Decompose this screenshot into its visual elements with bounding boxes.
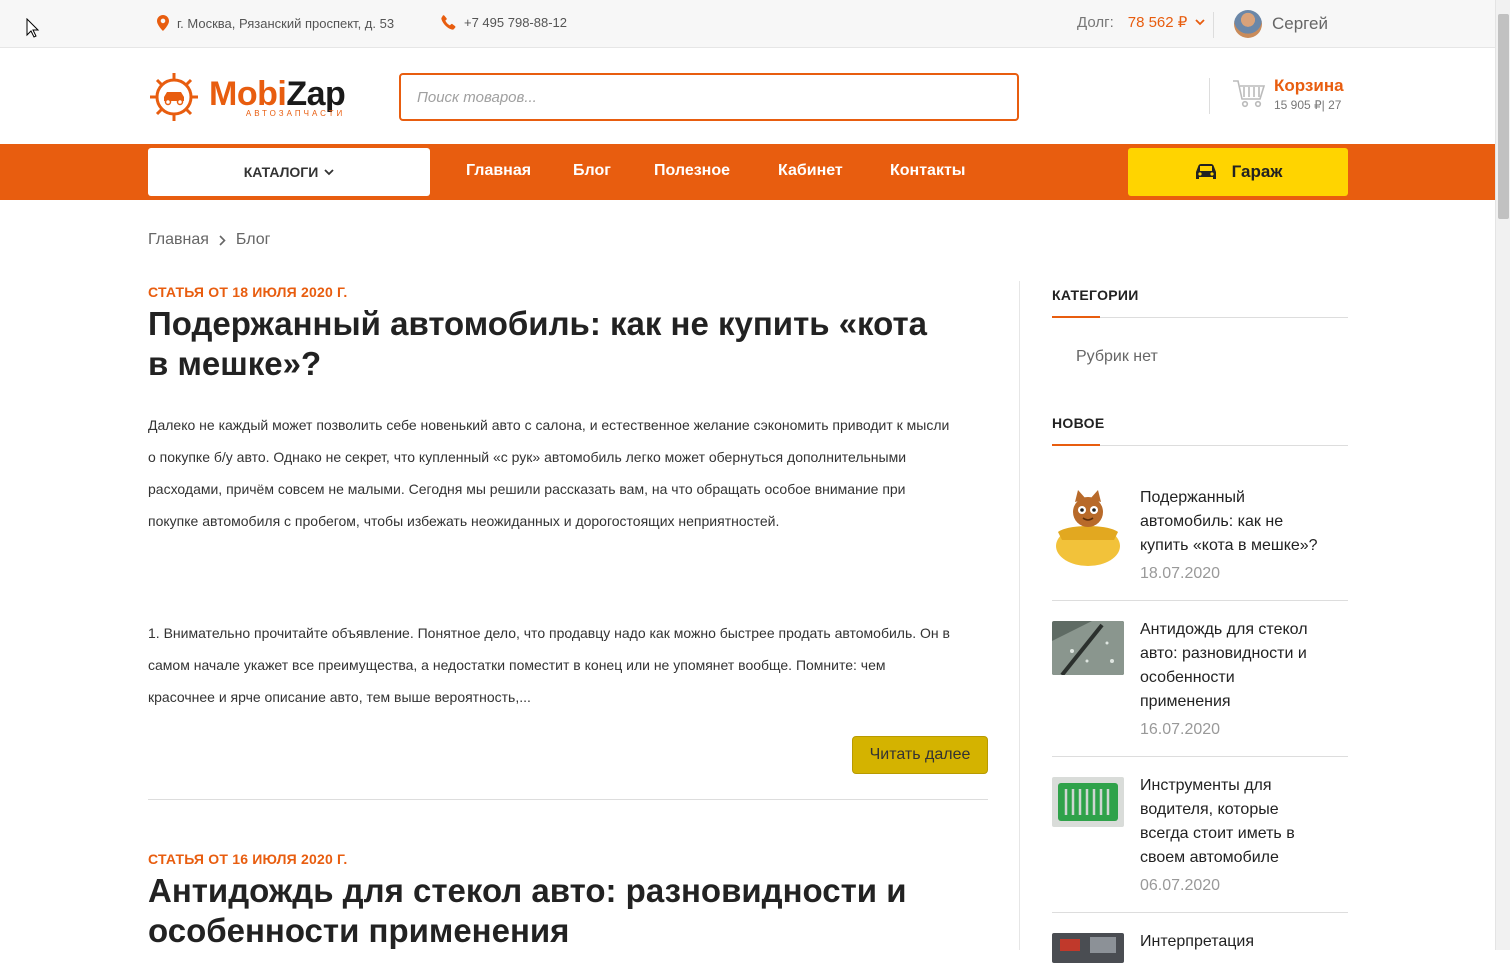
post-title-line[interactable]: Интерпретация xyxy=(1140,930,1350,954)
phone-block[interactable]: +7 495 798-88-12 xyxy=(441,15,567,30)
article-title-line[interactable]: Подержанный автомобиль: как не купить «к… xyxy=(148,304,988,344)
excerpt-line: самом начале укажет все преимущества, а … xyxy=(148,657,886,673)
header-divider xyxy=(1209,78,1210,114)
post-title-line[interactable]: купить «кота в мешке»? xyxy=(1140,534,1350,558)
no-categories-text: Рубрик нет xyxy=(1076,348,1158,365)
post-title-line[interactable]: применения xyxy=(1140,690,1350,714)
article-title-line[interactable]: Антидождь для стекол авто: разновидности… xyxy=(148,871,988,911)
sidebar-post-date: 06.07.2020 xyxy=(1140,877,1221,894)
categories-heading: КАТЕГОРИИ xyxy=(1052,287,1139,303)
phone-text[interactable]: +7 495 798-88-12 xyxy=(464,15,567,30)
nav-link-blog[interactable]: Блог xyxy=(573,162,611,180)
cart-icon[interactable] xyxy=(1232,79,1266,109)
cart-title[interactable]: Корзина xyxy=(1274,76,1344,96)
page-scrollbar[interactable] xyxy=(1495,0,1510,950)
new-heading: НОВОЕ xyxy=(1052,415,1105,431)
article-card: СТАТЬЯ ОТ 18 ИЮЛЯ 2020 Г. Подержанный ав… xyxy=(148,284,988,774)
heading-rule xyxy=(1052,444,1348,446)
post-divider xyxy=(1052,600,1348,601)
user-name[interactable]: Сергей xyxy=(1272,14,1328,34)
catalog-button[interactable]: КАТАЛОГИ xyxy=(148,148,430,196)
engine-image[interactable] xyxy=(1052,933,1124,963)
logo-wordmark: MobiZap xyxy=(209,74,346,113)
post-title-line[interactable]: авто: разновидности и xyxy=(1140,642,1350,666)
post-divider xyxy=(1052,912,1348,913)
article-title[interactable]: Подержанный автомобиль: как не купить «к… xyxy=(148,304,988,384)
read-more-button[interactable]: Читать далее xyxy=(852,736,988,774)
post-title-line[interactable]: Подержанный xyxy=(1140,486,1350,510)
article-divider xyxy=(148,799,988,800)
post-title-line[interactable]: водителя, которые xyxy=(1140,798,1350,822)
sidebar-divider xyxy=(1019,281,1020,950)
topbar-divider xyxy=(1213,12,1214,38)
nav-link-contacts[interactable]: Контакты xyxy=(890,162,965,180)
location-pin-icon xyxy=(157,15,169,31)
sidebar-post-title[interactable]: Подержанный автомобиль: как не купить «к… xyxy=(1140,486,1350,558)
post-title-line[interactable]: Антидождь для стекол xyxy=(1140,618,1350,642)
sidebar-post-title[interactable]: Интерпретация xyxy=(1140,930,1350,954)
tools-image[interactable] xyxy=(1052,777,1124,827)
garage-label: Гараж xyxy=(1231,162,1283,181)
logo-mobi: Mobi xyxy=(209,74,287,113)
sidebar-post-title[interactable]: Инструменты для водителя, которые всегда… xyxy=(1140,774,1350,870)
mouse-cursor-icon xyxy=(26,18,40,38)
article-date: СТАТЬЯ ОТ 18 ИЮЛЯ 2020 Г. xyxy=(148,284,348,300)
avatar[interactable] xyxy=(1234,10,1262,38)
article-title[interactable]: Антидождь для стекол авто: разновидности… xyxy=(148,871,988,951)
gear-car-logo-icon xyxy=(150,73,198,121)
excerpt-line: 1. Внимательно прочитайте объявление. По… xyxy=(148,625,950,641)
article-title-line[interactable]: особенности применения xyxy=(148,911,988,951)
user-menu[interactable]: Сергей xyxy=(1234,10,1328,38)
car-icon xyxy=(1195,164,1216,179)
breadcrumb-current: Блог xyxy=(235,231,271,248)
cart-summary: 15 905 ₽| 27 xyxy=(1274,98,1342,112)
excerpt-line: расходами, причём совсем не малыми. Сего… xyxy=(148,481,906,497)
logo[interactable]: MobiZap АВТОЗАПЧАСТИ xyxy=(147,70,346,124)
debt-amount[interactable]: 78 562 ₽ xyxy=(1128,13,1188,31)
article-excerpt: 1. Внимательно прочитайте объявление. По… xyxy=(148,617,988,713)
excerpt-line: покупке автомобиля с пробегом, чтобы изб… xyxy=(148,513,780,529)
article-card: СТАТЬЯ ОТ 16 ИЮЛЯ 2020 Г. Антидождь для … xyxy=(148,851,988,951)
article-title-line[interactable]: в мешке»? xyxy=(148,344,988,384)
heading-rule xyxy=(1052,316,1348,318)
scrollbar-thumb[interactable] xyxy=(1498,14,1509,219)
breadcrumb: Главная Блог xyxy=(148,231,270,249)
debt-block[interactable]: Долг: 78 562 ₽ xyxy=(1077,13,1205,31)
chevron-down-icon xyxy=(324,168,334,175)
post-title-line[interactable]: особенности xyxy=(1140,666,1350,690)
sidebar-post-date: 16.07.2020 xyxy=(1140,721,1221,738)
nav-link-cabinet[interactable]: Кабинет xyxy=(778,162,843,180)
garage-button[interactable]: Гараж xyxy=(1128,148,1348,196)
chevron-down-icon[interactable] xyxy=(1195,18,1205,26)
site-header: MobiZap АВТОЗАПЧАСТИ Корзина 15 905 ₽| 2… xyxy=(0,48,1495,144)
sidebar-post-title[interactable]: Антидождь для стекол авто: разновидности… xyxy=(1140,618,1350,714)
search-input[interactable] xyxy=(399,73,1019,121)
sidebar-post-date: 18.07.2020 xyxy=(1140,565,1221,582)
excerpt-line: Далеко не каждый может позволить себе но… xyxy=(148,417,950,433)
catalog-label: КАТАЛОГИ xyxy=(243,164,319,180)
main-nav: КАТАЛОГИ Главная Блог Полезное Кабинет К… xyxy=(0,144,1495,200)
logo-zap: Zap xyxy=(286,74,346,113)
nav-link-home[interactable]: Главная xyxy=(466,162,531,180)
nav-link-useful[interactable]: Полезное xyxy=(654,162,730,180)
chevron-right-icon xyxy=(219,234,226,246)
article-excerpt: Далеко не каждый может позволить себе но… xyxy=(148,409,988,537)
cat-in-bag-image[interactable] xyxy=(1052,486,1124,568)
cart[interactable]: Корзина 15 905 ₽| 27 xyxy=(1232,76,1344,112)
breadcrumb-home[interactable]: Главная xyxy=(148,231,209,249)
post-title-line[interactable]: своем автомобиле xyxy=(1140,846,1350,870)
top-bar: г. Москва, Рязанский проспект, д. 53 +7 … xyxy=(0,0,1495,48)
address-block: г. Москва, Рязанский проспект, д. 53 xyxy=(157,15,394,31)
excerpt-line: о покупке б/у авто. Однако не секрет, чт… xyxy=(148,449,907,465)
post-title-line[interactable]: Инструменты для xyxy=(1140,774,1350,798)
post-title-line[interactable]: всегда стоит иметь в xyxy=(1140,822,1350,846)
article-date: СТАТЬЯ ОТ 16 ИЮЛЯ 2020 Г. xyxy=(148,851,348,867)
phone-icon xyxy=(441,15,456,30)
address-text: г. Москва, Рязанский проспект, д. 53 xyxy=(177,15,395,31)
excerpt-line: красочнее и ярче описание авто, тем выше… xyxy=(148,689,531,705)
post-divider xyxy=(1052,756,1348,757)
debt-label: Долг: xyxy=(1077,13,1114,31)
post-title-line[interactable]: автомобиль: как не xyxy=(1140,510,1350,534)
windshield-image[interactable] xyxy=(1052,621,1124,675)
